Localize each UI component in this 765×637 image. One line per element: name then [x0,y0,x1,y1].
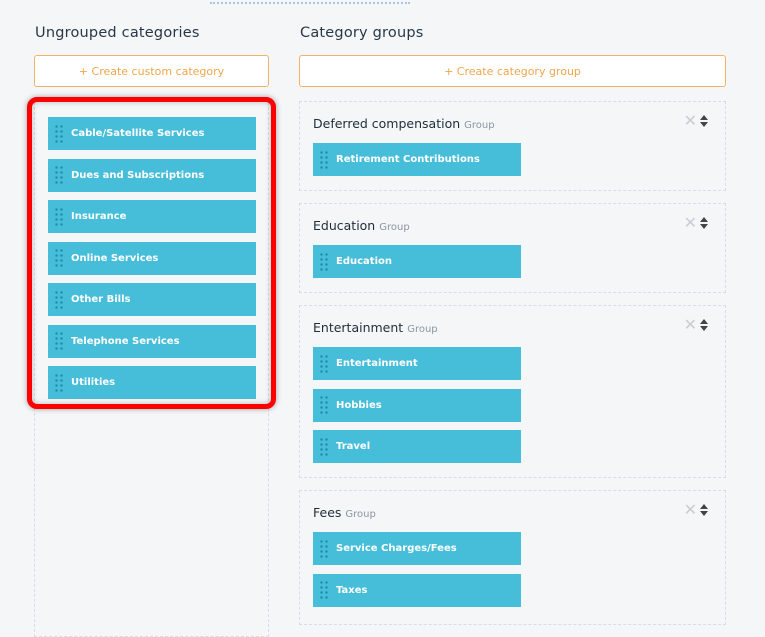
group-header: Entertainment Group [313,320,438,335]
group-controls: ✕ [684,502,709,518]
groups-title: Category groups [300,25,424,41]
drag-handle-icon[interactable] [319,353,329,374]
category-item[interactable]: Retirement Contributions [313,143,521,176]
category-label: Travel [336,441,371,452]
group-controls: ✕ [684,317,709,333]
group-controls: ✕ [684,113,709,129]
close-icon[interactable]: ✕ [684,113,697,129]
drag-handle-icon[interactable] [319,395,329,415]
group-name: Entertainment [313,320,404,335]
drag-handle-icon[interactable] [319,436,329,457]
category-label: Education [336,256,392,267]
highlight-annotation [27,97,276,409]
group-category-list: Service Charges/Fees Taxes [313,532,521,615]
drag-handle-icon[interactable] [319,538,329,559]
group-name: Education [313,218,376,233]
group-name: Fees [313,505,342,520]
category-label: Entertainment [336,358,418,369]
sort-icon[interactable] [699,318,709,332]
category-label: Hobbies [336,399,382,411]
ungrouped-title: Ungrouped categories [35,25,200,41]
drag-handle-icon[interactable] [319,580,329,600]
group-tag: Group [464,120,495,131]
group-category-list: Entertainment Hobbies Travel [313,347,521,472]
category-label: Service Charges/Fees [336,543,457,554]
category-item[interactable]: Hobbies [313,388,521,422]
close-icon[interactable]: ✕ [684,317,697,333]
group-entertainment[interactable]: Entertainment Group ✕ Entertainment Hobbi… [299,305,726,478]
top-link-remnant [210,0,410,4]
close-icon[interactable]: ✕ [684,215,697,231]
category-item[interactable]: Service Charges/Fees [313,532,521,565]
group-tag: Group [407,324,438,335]
category-label: Taxes [336,584,368,596]
group-header: Fees Group [313,505,376,520]
sort-icon[interactable] [699,216,709,230]
group-tag: Group [379,222,410,233]
sort-icon[interactable] [699,114,709,128]
close-icon[interactable]: ✕ [684,502,697,518]
group-name: Deferred compensation [313,116,461,131]
create-custom-category-button[interactable]: + Create custom category [34,55,269,87]
sort-icon[interactable] [699,503,709,517]
group-education[interactable]: Education Group ✕ Education [299,203,726,293]
group-tag: Group [345,509,376,520]
group-header: Deferred compensation Group [313,116,495,131]
category-label: Retirement Contributions [336,154,480,165]
group-category-list: Education [313,245,521,287]
drag-handle-icon[interactable] [319,251,329,272]
group-category-list: Retirement Contributions [313,143,521,185]
drag-handle-icon[interactable] [319,149,329,170]
category-item[interactable]: Taxes [313,573,521,607]
group-header: Education Group [313,218,410,233]
create-category-group-button[interactable]: + Create category group [299,55,726,87]
group-controls: ✕ [684,215,709,231]
category-item[interactable]: Education [313,245,521,278]
group-deferred-compensation[interactable]: Deferred compensation Group ✕ Retirement … [299,101,726,191]
group-fees[interactable]: Fees Group ✕ Service Charges/Fees Taxes [299,490,726,625]
category-item[interactable]: Travel [313,430,521,463]
category-item[interactable]: Entertainment [313,347,521,380]
